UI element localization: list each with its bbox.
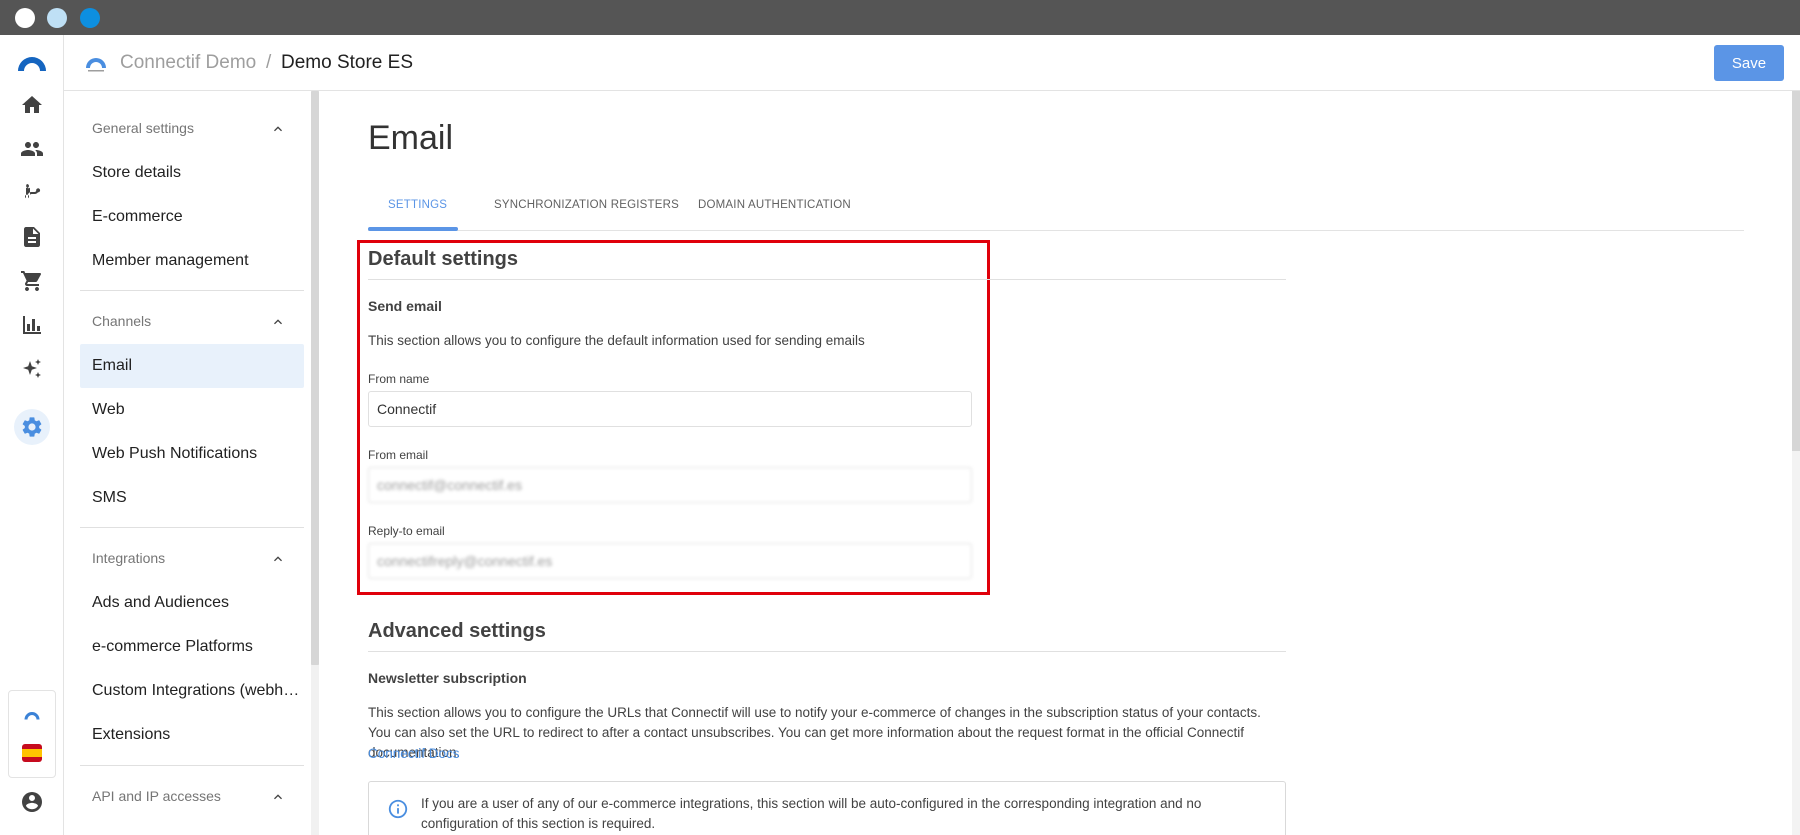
sidebar-item-ads-audiences[interactable]: Ads and Audiences bbox=[80, 581, 304, 625]
section-general-settings[interactable]: General settings bbox=[92, 120, 194, 136]
content-icon[interactable] bbox=[17, 222, 47, 252]
chevron-up-icon[interactable] bbox=[270, 789, 286, 805]
chevron-up-icon[interactable] bbox=[270, 121, 286, 137]
home-icon[interactable] bbox=[17, 90, 47, 120]
tab-bar: SETTINGS SYNCHRONIZATION REGISTERS DOMAI… bbox=[368, 191, 1744, 231]
from-name-input[interactable]: Connectif bbox=[368, 391, 972, 427]
main-content: Email SETTINGS SYNCHRONIZATION REGISTERS… bbox=[320, 91, 1800, 835]
section-divider bbox=[368, 279, 1286, 280]
sidebar-item-extensions[interactable]: Extensions bbox=[80, 713, 304, 757]
sidebar-divider bbox=[80, 765, 304, 766]
breadcrumb-store: Demo Store ES bbox=[281, 52, 413, 73]
chevron-up-icon[interactable] bbox=[270, 314, 286, 330]
tab-settings[interactable]: SETTINGS bbox=[368, 191, 458, 231]
cart-icon[interactable] bbox=[17, 266, 47, 296]
section-channels[interactable]: Channels bbox=[92, 313, 151, 329]
window-maximize-button[interactable] bbox=[80, 8, 100, 28]
user-account-icon[interactable] bbox=[17, 787, 47, 817]
tab-domain-authentication[interactable]: DOMAIN AUTHENTICATION bbox=[698, 191, 851, 231]
info-icon bbox=[387, 798, 409, 820]
main-scrollbar-thumb[interactable] bbox=[1792, 91, 1800, 451]
sidebar-scrollbar-thumb[interactable] bbox=[311, 91, 319, 665]
sidebar-item-sms[interactable]: SMS bbox=[80, 476, 304, 520]
sidebar-item-custom-integrations[interactable]: Custom Integrations (webhooks) bbox=[80, 669, 304, 713]
workflow-icon[interactable] bbox=[17, 178, 47, 208]
breadcrumb-organization[interactable]: Connectif Demo bbox=[120, 52, 256, 74]
sidebar-item-member-management[interactable]: Member management bbox=[80, 239, 304, 283]
send-email-description: This section allows you to configure the… bbox=[368, 333, 865, 348]
window-titlebar bbox=[0, 0, 1800, 35]
reply-to-email-input[interactable]: connectifreply@connectif.es bbox=[368, 543, 972, 579]
info-callout: If you are a user of any of our e-commer… bbox=[368, 781, 1286, 835]
contacts-icon[interactable] bbox=[17, 134, 47, 164]
connectif-docs-link[interactable]: Connectif Docs bbox=[368, 746, 460, 761]
settings-icon[interactable] bbox=[14, 409, 50, 445]
org-logo-icon bbox=[84, 53, 108, 73]
sidebar-item-ecommerce-platforms[interactable]: e-commerce Platforms bbox=[80, 625, 304, 669]
spain-flag-icon[interactable] bbox=[22, 744, 42, 762]
page-title: Email bbox=[368, 119, 454, 157]
connectif-logo-icon[interactable] bbox=[16, 53, 48, 73]
from-email-label: From email bbox=[368, 448, 429, 462]
newsletter-description: This section allows you to configure the… bbox=[368, 705, 1261, 760]
send-email-subheading: Send email bbox=[368, 298, 442, 314]
sidebar-divider bbox=[80, 527, 304, 528]
sidebar-item-store-details[interactable]: Store details bbox=[80, 151, 304, 195]
sidebar-item-email[interactable]: Email bbox=[80, 344, 304, 388]
tab-synchronization-registers[interactable]: SYNCHRONIZATION REGISTERS bbox=[494, 191, 679, 231]
navigation-rail bbox=[0, 35, 64, 835]
chevron-up-icon[interactable] bbox=[270, 551, 286, 567]
save-button[interactable]: Save bbox=[1714, 45, 1784, 81]
store-logo-icon bbox=[19, 702, 45, 728]
newsletter-subscription-subheading: Newsletter subscription bbox=[368, 670, 527, 686]
section-divider bbox=[368, 651, 1286, 652]
default-settings-heading: Default settings bbox=[368, 248, 519, 270]
reports-icon[interactable] bbox=[17, 310, 47, 340]
ai-sparkle-icon[interactable] bbox=[17, 354, 47, 384]
top-header: Connectif Demo / Demo Store ES Save bbox=[64, 35, 1800, 91]
info-callout-text: If you are a user of any of our e-commer… bbox=[421, 796, 1202, 831]
active-tab-indicator bbox=[368, 227, 458, 231]
window-minimize-button[interactable] bbox=[47, 8, 67, 28]
window-close-button[interactable] bbox=[15, 8, 35, 28]
reply-to-email-label: Reply-to email bbox=[368, 524, 445, 538]
sidebar-item-web[interactable]: Web bbox=[80, 388, 304, 432]
sidebar-item-e-commerce[interactable]: E-commerce bbox=[80, 195, 304, 239]
section-integrations[interactable]: Integrations bbox=[92, 550, 165, 566]
sidebar-item-web-push[interactable]: Web Push Notifications bbox=[80, 432, 304, 476]
from-email-input[interactable]: connectif@connectif.es bbox=[368, 467, 972, 503]
section-api-ip-accesses[interactable]: API and IP accesses bbox=[92, 788, 221, 804]
advanced-settings-heading: Advanced settings bbox=[368, 620, 546, 642]
from-name-label: From name bbox=[368, 372, 430, 386]
breadcrumb-separator: / bbox=[266, 52, 272, 73]
tab-settings-label: SETTINGS bbox=[388, 199, 448, 211]
sidebar-divider bbox=[80, 290, 304, 291]
